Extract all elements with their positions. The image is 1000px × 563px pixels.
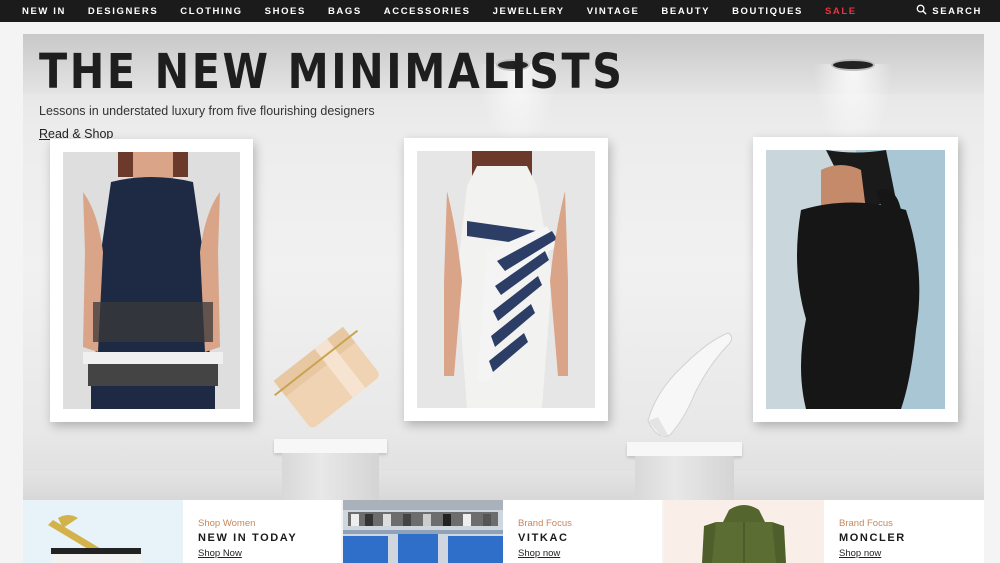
promo-eyebrow: Brand Focus: [839, 518, 893, 529]
promo-link[interactable]: Shop now: [839, 548, 881, 559]
pedestal-body: [635, 456, 734, 500]
nav-shoes[interactable]: SHOES: [265, 6, 306, 17]
hero-subtitle: Lessons in understated luxury from five …: [39, 104, 375, 118]
nav-sale[interactable]: SALE: [825, 6, 857, 17]
pedestal-top: [274, 439, 387, 453]
nav-clothing[interactable]: CLOTHING: [180, 6, 242, 17]
gallery-floor: [23, 471, 984, 500]
promo-thumbnail: [23, 500, 183, 563]
nav-new-in[interactable]: NEW IN: [22, 6, 66, 17]
product-image-black-top: [63, 152, 240, 409]
promo-title: MONCLER: [839, 532, 906, 544]
product-white-loafer[interactable]: [638, 329, 738, 444]
product-image-black-dress: [766, 150, 945, 409]
nav-items: NEW IN DESIGNERS CLOTHING SHOES BAGS ACC…: [0, 0, 857, 22]
promo-eyebrow: Shop Women: [198, 518, 256, 529]
top-navigation: NEW IN DESIGNERS CLOTHING SHOES BAGS ACC…: [0, 0, 1000, 22]
pedestal-body: [282, 453, 379, 500]
artwork-frame-2[interactable]: [404, 138, 608, 421]
hero-title: THE NEW MINIMALISTS: [39, 44, 625, 100]
ceiling-lamp: [833, 61, 873, 69]
product-image-striped-dress: [417, 151, 595, 408]
promo-card-moncler[interactable]: Brand Focus MONCLER Shop now: [664, 500, 984, 563]
search-icon: [916, 4, 927, 18]
nav-designers[interactable]: DESIGNERS: [88, 6, 158, 17]
nav-bags[interactable]: BAGS: [328, 6, 362, 17]
search-button[interactable]: SEARCH: [916, 0, 982, 22]
nav-boutiques[interactable]: BOUTIQUES: [732, 6, 803, 17]
pedestal-top: [627, 442, 742, 456]
nav-accessories[interactable]: ACCESSORIES: [384, 6, 471, 17]
artwork-frame-1[interactable]: [50, 139, 253, 422]
nav-beauty[interactable]: BEAUTY: [661, 6, 710, 17]
promo-title: NEW IN TODAY: [198, 532, 298, 544]
search-label: SEARCH: [932, 5, 982, 17]
product-clutch-bag[interactable]: [266, 319, 391, 439]
promo-link[interactable]: Shop Now: [198, 548, 242, 559]
promo-title: VITKAC: [518, 532, 569, 544]
promo-thumbnail: [343, 500, 503, 563]
hero-banner[interactable]: THE NEW MINIMALISTS Lessons in understat…: [23, 34, 984, 500]
pedestal-left: [274, 439, 387, 500]
nav-jewellery[interactable]: JEWELLERY: [493, 6, 565, 17]
promo-eyebrow: Brand Focus: [518, 518, 572, 529]
promo-card-vitkac[interactable]: Brand Focus VITKAC Shop now: [343, 500, 662, 563]
promo-link[interactable]: Shop now: [518, 548, 560, 559]
artwork-frame-3[interactable]: [753, 137, 958, 422]
promo-card-new-in-today[interactable]: Shop Women NEW IN TODAY Shop Now: [23, 500, 341, 563]
nav-vintage[interactable]: VINTAGE: [587, 6, 640, 17]
promo-thumbnail: [664, 500, 824, 563]
pedestal-right: [627, 442, 742, 500]
